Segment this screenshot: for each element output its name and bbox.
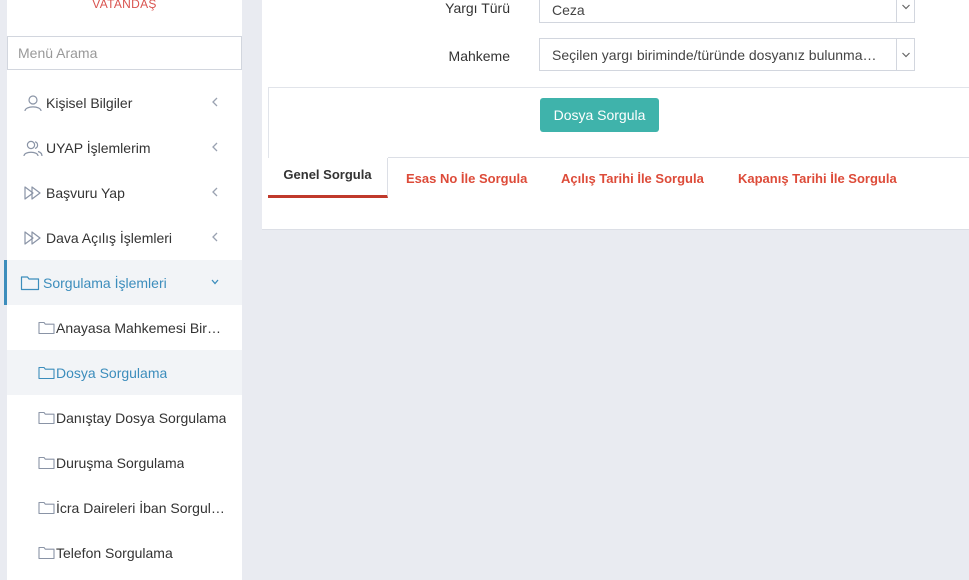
sidebar-item-label: Başvuru Yap bbox=[46, 184, 125, 201]
sidebar-subitem-anayasa[interactable]: Anayasa Mahkemesi Bireysel Başvuru bbox=[7, 305, 242, 350]
chevron-left-icon bbox=[212, 232, 218, 242]
chevron-down-icon bbox=[211, 279, 219, 285]
menu-search bbox=[7, 36, 242, 70]
forward-icon bbox=[22, 183, 44, 203]
tab-kapanis-tarihi[interactable]: Kapanış Tarihi İle Sorgula bbox=[738, 158, 897, 198]
folder-icon bbox=[19, 273, 41, 293]
folder-icon bbox=[38, 455, 56, 471]
tab-acilis-tarihi[interactable]: Açılış Tarihi İle Sorgula bbox=[561, 158, 704, 198]
chevron-down-icon bbox=[901, 4, 910, 9]
sidebar-subitem-durusma[interactable]: Duruşma Sorgulama bbox=[7, 440, 242, 485]
folder-icon bbox=[38, 500, 56, 516]
menu-search-input[interactable] bbox=[7, 36, 242, 70]
yargi-turu-label: Yargı Türü bbox=[445, 0, 510, 16]
brand-label: VATANDAŞ bbox=[92, 0, 157, 11]
sidebar-item-label: UYAP İşlemlerim bbox=[46, 139, 151, 156]
sidebar-subitem-label: Telefon Sorgulama bbox=[56, 544, 173, 561]
chevron-left-icon bbox=[212, 142, 218, 152]
sidebar-subitem-label: Duruşma Sorgulama bbox=[56, 454, 185, 471]
forward-icon bbox=[22, 228, 44, 248]
sidebar-subitem-danistay[interactable]: Danıştay Dosya Sorgulama bbox=[7, 395, 242, 440]
sidebar-item-label: Sorgulama İşlemleri bbox=[43, 274, 167, 291]
chevron-left-icon bbox=[212, 187, 218, 197]
sidebar-item-uyap-islemlerim[interactable]: UYAP İşlemlerim bbox=[7, 125, 242, 170]
sidebar-subitem-dosya-sorgulama[interactable]: Dosya Sorgulama bbox=[7, 350, 242, 395]
sidebar-subitem-label: İcra Daireleri İban Sorgulama bbox=[56, 499, 228, 516]
sidebar-subitem-label: Dosya Sorgulama bbox=[56, 364, 168, 381]
mahkeme-select[interactable]: Seçilen yargı biriminde/türünde dosyanız… bbox=[539, 38, 915, 71]
sidebar-subitem-telefon[interactable]: Telefon Sorgulama bbox=[7, 530, 242, 575]
users-icon bbox=[22, 138, 44, 158]
folder-icon bbox=[38, 545, 56, 561]
dosya-sorgula-button[interactable]: Dosya Sorgula bbox=[540, 98, 659, 132]
chevron-down-icon bbox=[901, 52, 910, 57]
chevron-left-icon bbox=[212, 97, 218, 107]
sidebar-item-label: Dava Açılış İşlemleri bbox=[46, 229, 173, 246]
sidebar-subitem-label: Anayasa Mahkemesi Bireysel Başvuru bbox=[56, 319, 228, 336]
yargi-turu-select[interactable]: Ceza bbox=[539, 0, 915, 23]
sidebar-item-label: Kişisel Bilgiler bbox=[46, 94, 133, 111]
dropdown-arrow bbox=[896, 0, 914, 22]
user-icon bbox=[22, 93, 44, 113]
sidebar-item-sorgulama-islemleri[interactable]: Sorgulama İşlemleri bbox=[4, 260, 242, 305]
sidebar: VATANDAŞ Kişisel Bilgiler UYAP İşlemleri… bbox=[4, 0, 242, 580]
folder-icon bbox=[38, 320, 56, 336]
yargi-turu-value: Ceza bbox=[552, 1, 585, 18]
sidebar-subitem-label: Danıştay Dosya Sorgulama bbox=[56, 409, 227, 426]
tab-esas-no[interactable]: Esas No İle Sorgula bbox=[406, 158, 527, 198]
mahkeme-value: Seçilen yargı biriminde/türünde dosyanız… bbox=[552, 46, 888, 63]
folder-icon bbox=[38, 410, 56, 426]
sidebar-item-dava-acilis[interactable]: Dava Açılış İşlemleri bbox=[7, 215, 242, 260]
sidebar-menu: Kişisel Bilgiler UYAP İşlemlerim Başvuru… bbox=[4, 80, 242, 575]
sidebar-subitem-icra-iban[interactable]: İcra Daireleri İban Sorgulama bbox=[7, 485, 242, 530]
mahkeme-label: Mahkeme bbox=[448, 48, 510, 64]
sidebar-item-kisisel-bilgiler[interactable]: Kişisel Bilgiler bbox=[7, 80, 242, 125]
dropdown-arrow bbox=[896, 39, 914, 70]
folder-icon bbox=[38, 365, 56, 381]
sidebar-item-basvuru-yap[interactable]: Başvuru Yap bbox=[7, 170, 242, 215]
tab-genel-sorgula[interactable]: Genel Sorgula bbox=[268, 158, 388, 198]
